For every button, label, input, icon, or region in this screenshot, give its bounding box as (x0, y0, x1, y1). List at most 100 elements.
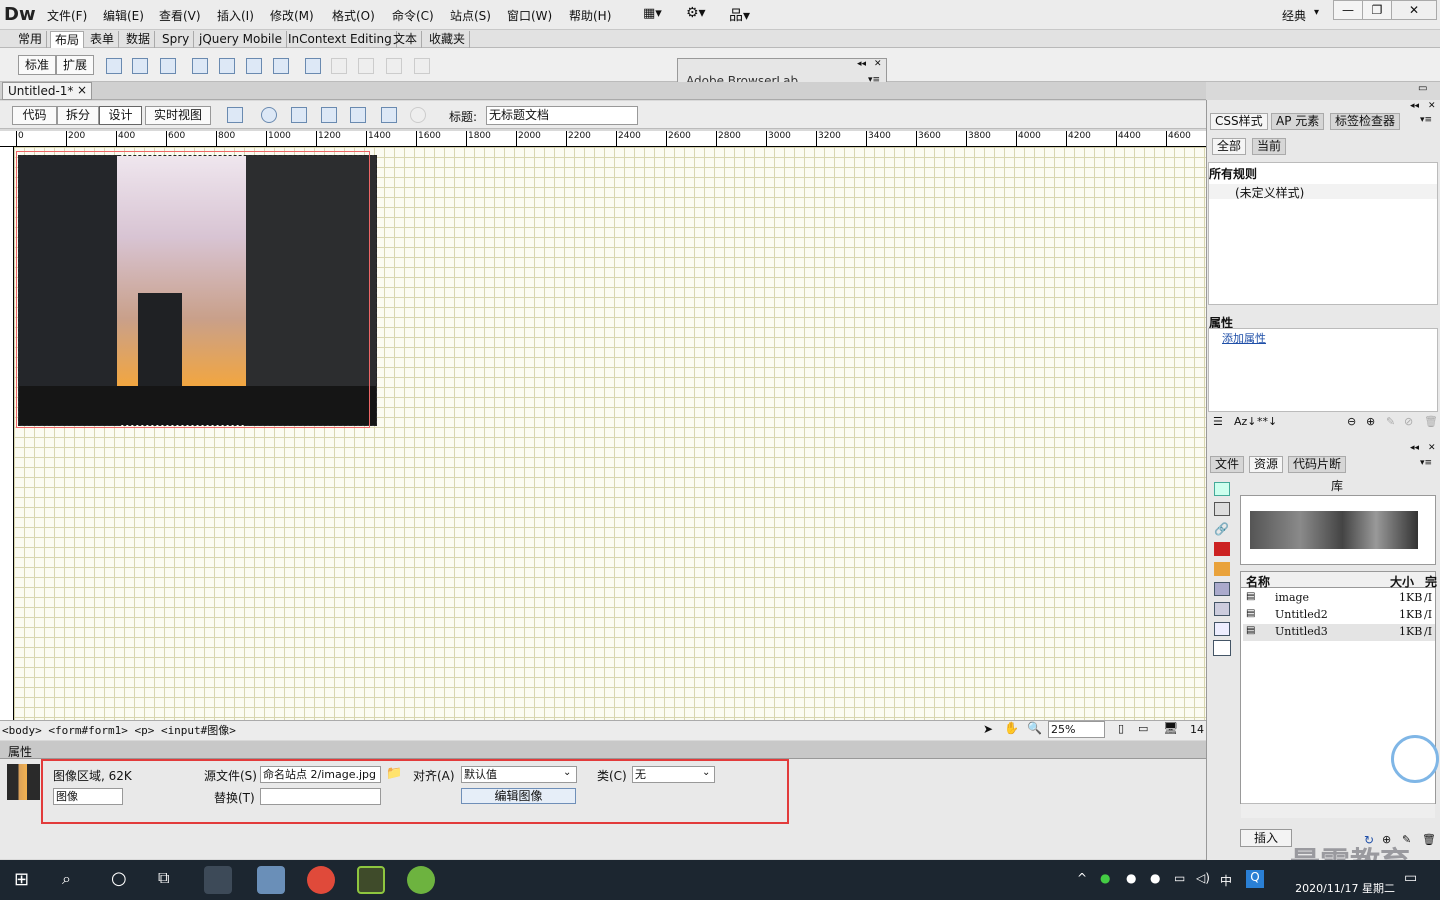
tab-close-icon[interactable]: × (77, 83, 87, 97)
live-view-button[interactable]: 实时视图 (145, 106, 211, 125)
menu-insert[interactable]: 插入(I) (217, 7, 254, 24)
standard-button[interactable]: 标准 (18, 55, 57, 75)
layout-icon[interactable]: ▦▾ (643, 6, 662, 21)
tray-chevron-icon[interactable]: ^ (1077, 871, 1087, 885)
collapse-icon[interactable]: ◂◂ (857, 59, 866, 69)
tray-q-icon[interactable]: Q (1246, 870, 1264, 888)
app-pinwheel-icon[interactable] (204, 866, 232, 894)
visual-aids-icon[interactable] (350, 107, 366, 123)
hand-icon[interactable]: ✋ (1004, 721, 1019, 735)
watermelon-icon[interactable] (407, 866, 435, 894)
search-icon[interactable]: ⌕ (62, 869, 71, 889)
collapse-icon[interactable]: ◂◂ (1410, 443, 1419, 453)
panel-menu-icon[interactable]: ▾≡ (1420, 458, 1432, 468)
assistant-robot-icon[interactable] (1391, 735, 1439, 783)
add-property-link[interactable]: 添加属性 (1222, 330, 1266, 346)
tab-text[interactable]: 文本 (389, 31, 423, 48)
menu-command[interactable]: 命令(C) (392, 7, 434, 24)
tab-common[interactable]: 常用 (14, 31, 48, 48)
file-transfer-icon[interactable] (291, 107, 307, 123)
zoom-select[interactable]: 25% (1048, 721, 1105, 738)
mobile-size-icon[interactable]: ▯ (1118, 722, 1124, 735)
site-icon[interactable]: 品▾ (729, 5, 750, 25)
notification-icon[interactable]: ▭ (1404, 870, 1417, 886)
movies-icon[interactable] (1214, 582, 1230, 596)
table-icon[interactable] (192, 58, 208, 74)
tab-files[interactable]: 文件 (1210, 456, 1245, 473)
list-item[interactable]: ▤ image 1KB/I (1243, 590, 1435, 607)
colors-icon[interactable] (1214, 502, 1230, 516)
category-view-icon[interactable]: ☰ (1213, 415, 1223, 428)
network-icon[interactable]: ▭ (1174, 871, 1185, 885)
clock[interactable]: 2020/11/17 星期二 (1275, 866, 1395, 896)
fluid-grid-icon[interactable] (160, 58, 176, 74)
tab-css-styles[interactable]: CSS样式 (1210, 113, 1268, 130)
title-input[interactable]: 无标题文档 (486, 106, 638, 125)
tag-selector[interactable]: <body> <form#form1> <p> <input#图像> (2, 722, 236, 738)
task-view-icon[interactable]: ⧉ (158, 868, 169, 888)
close-button[interactable]: ✕ (1391, 0, 1437, 20)
desktop-size-icon[interactable]: 🖥 (1163, 721, 1178, 735)
library-icon[interactable] (1213, 640, 1231, 656)
tablet-size-icon[interactable]: ▭ (1138, 722, 1148, 735)
col-extra[interactable]: 完 (1425, 573, 1437, 590)
css-current-button[interactable]: 当前 (1252, 138, 1287, 155)
multiscreen-icon[interactable] (227, 107, 243, 123)
gear-icon[interactable]: ⚙▾ (686, 5, 706, 21)
wechat-icon[interactable]: ● (1100, 871, 1110, 885)
asset-scrollbar[interactable] (1241, 803, 1435, 818)
col-size[interactable]: 大小 (1390, 573, 1414, 590)
tab-incontext-editing[interactable]: InContext Editing (284, 31, 397, 48)
tab-favorites[interactable]: 收藏夹 (425, 31, 471, 48)
spry-tabs-icon[interactable] (246, 58, 262, 74)
menu-format[interactable]: 格式(O) (332, 7, 375, 24)
workspace-switcher[interactable]: 经典 (1282, 7, 1306, 24)
panel-menu-icon[interactable]: ▾≡ (1420, 115, 1432, 125)
notepad-icon[interactable] (257, 866, 285, 894)
minimize-button[interactable]: — (1333, 0, 1363, 20)
css-all-button[interactable]: 全部 (1212, 138, 1247, 155)
expanded-button[interactable]: 扩展 (56, 55, 95, 75)
chevron-down-icon[interactable]: ▾ (1314, 7, 1319, 18)
flash-icon[interactable] (1214, 542, 1230, 556)
images-icon[interactable] (1214, 482, 1230, 496)
menu-modify[interactable]: 修改(M) (270, 7, 314, 24)
dreamweaver-taskbar-icon[interactable] (357, 866, 385, 894)
qq-icon[interactable]: ● (1126, 871, 1136, 885)
design-view-button[interactable]: 设计 (99, 106, 142, 125)
collapse-icon[interactable]: ◂◂ (1410, 101, 1419, 111)
new-rule-icon[interactable]: ⊕ (1366, 415, 1375, 428)
code-view-button[interactable]: 代码 (12, 106, 57, 125)
urls-icon[interactable]: 🔗 (1214, 522, 1230, 536)
scripts-icon[interactable] (1214, 602, 1230, 616)
alpha-view-icon[interactable]: Az↓ (1234, 415, 1257, 428)
tab-ap-elements[interactable]: AP 元素 (1271, 113, 1325, 130)
table-grid-icon[interactable] (305, 58, 321, 74)
tab-spry[interactable]: Spry (158, 31, 195, 48)
close-icon[interactable]: ✕ (874, 59, 882, 69)
maximize-button[interactable]: ❐ (1362, 0, 1392, 20)
col-name[interactable]: 名称 (1246, 573, 1270, 590)
tab-form[interactable]: 表单 (86, 31, 120, 48)
restore-icon[interactable]: ▭ (1418, 83, 1427, 94)
menu-site[interactable]: 站点(S) (450, 7, 491, 24)
tab-tag-inspector[interactable]: 标签检查器 (1330, 113, 1401, 130)
spry-menu-icon[interactable] (219, 58, 235, 74)
tab-assets[interactable]: 资源 (1249, 456, 1284, 473)
check-browser-icon[interactable] (321, 107, 337, 123)
pointer-icon[interactable]: ➤ (983, 722, 993, 736)
split-view-button[interactable]: 拆分 (57, 106, 99, 125)
menu-edit[interactable]: 编辑(E) (103, 7, 144, 24)
menu-window[interactable]: 窗口(W) (507, 7, 552, 24)
volume-icon[interactable]: ◁) (1196, 871, 1210, 885)
menu-file[interactable]: 文件(F) (47, 7, 87, 24)
attach-stylesheet-icon[interactable]: ⊖ (1347, 415, 1356, 428)
menu-help[interactable]: 帮助(H) (569, 7, 611, 24)
insert-button[interactable]: 插入 (1240, 829, 1292, 847)
qq-icon-2[interactable]: ● (1150, 871, 1160, 885)
templates-icon[interactable] (1214, 622, 1230, 636)
list-item[interactable]: ▤ Untitled3 1KB/I (1243, 624, 1435, 641)
list-item[interactable]: ▤ Untitled2 1KB/I (1243, 607, 1435, 624)
spry-accordion-icon[interactable] (273, 58, 289, 74)
set-props-icon[interactable]: **↓ (1257, 415, 1277, 428)
